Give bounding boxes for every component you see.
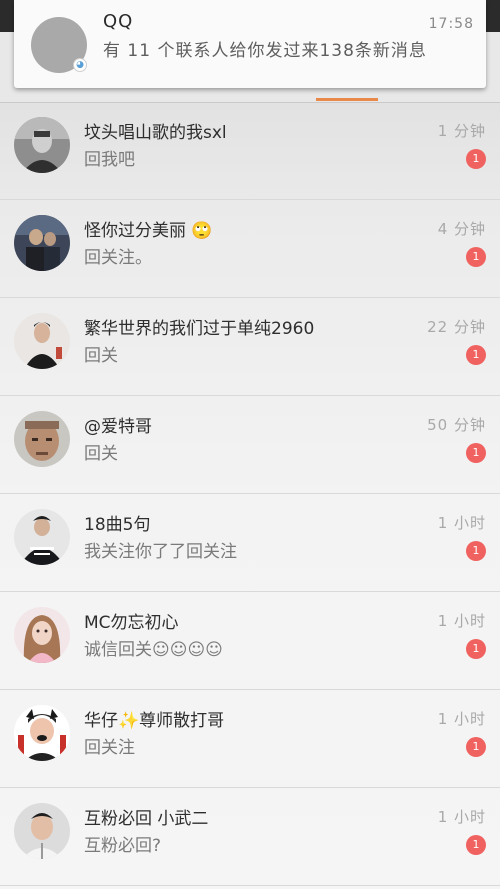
message-preview: 回我吧 bbox=[84, 150, 135, 170]
message-time: 1 小时 bbox=[437, 808, 486, 826]
contact-name: 18曲5句 bbox=[84, 515, 151, 535]
unread-badge: 1 bbox=[466, 737, 486, 757]
unread-badge: 1 bbox=[466, 639, 486, 659]
avatar[interactable] bbox=[14, 509, 70, 565]
conversation-row[interactable]: 互粉必回 小武二 互粉必回? 1 小时 1 bbox=[0, 788, 500, 886]
contact-name: MC勿忘初心 bbox=[84, 613, 179, 633]
avatar[interactable] bbox=[14, 117, 70, 173]
message-time: 1 小时 bbox=[437, 612, 486, 630]
contact-name: 繁华世界的我们过于单纯2960 bbox=[84, 319, 315, 339]
message-preview: 我关注你了了回关注 bbox=[84, 542, 237, 562]
conversation-row[interactable]: @爱特哥 回关 50 分钟 1 bbox=[0, 396, 500, 494]
message-time: 50 分钟 bbox=[427, 416, 486, 434]
conversation-row[interactable]: 怪你过分美丽 🙄 回关注。 4 分钟 1 bbox=[0, 200, 500, 298]
unread-badge: 1 bbox=[466, 247, 486, 267]
message-preview: 回关 bbox=[84, 444, 118, 464]
unread-badge: 1 bbox=[466, 541, 486, 561]
contact-name: 怪你过分美丽 🙄 bbox=[84, 221, 213, 241]
contact-name: 华仔✨尊师散打哥 bbox=[84, 711, 225, 731]
avatar[interactable] bbox=[14, 411, 70, 467]
conversation-row[interactable]: 华仔✨尊师散打哥 回关注 1 小时 1 bbox=[0, 690, 500, 788]
conversation-row[interactable]: 繁华世界的我们过于单纯2960 回关 22 分钟 1 bbox=[0, 298, 500, 396]
message-time: 1 分钟 bbox=[437, 122, 486, 140]
notification-banner[interactable]: ◕ QQ 17:58 有 11 个联系人给你发过来138条新消息 bbox=[14, 0, 486, 88]
unread-badge: 1 bbox=[466, 149, 486, 169]
message-time: 1 小时 bbox=[437, 710, 486, 728]
unread-badge: 1 bbox=[466, 345, 486, 365]
message-preview: 互粉必回? bbox=[84, 836, 162, 856]
unread-badge: 1 bbox=[466, 835, 486, 855]
contact-name: 互粉必回 小武二 bbox=[84, 809, 209, 829]
avatar[interactable] bbox=[14, 705, 70, 761]
notification-message: 有 11 个联系人给你发过来138条新消息 bbox=[103, 41, 427, 61]
avatar[interactable] bbox=[14, 313, 70, 369]
contact-name: @爱特哥 bbox=[84, 417, 152, 437]
conversation-row[interactable]: MC勿忘初心 诚信回关☺☺☺☺ 1 小时 1 bbox=[0, 592, 500, 690]
message-preview: 回关 bbox=[84, 346, 118, 366]
message-preview: 回关注。 bbox=[84, 248, 152, 268]
avatar[interactable] bbox=[14, 803, 70, 859]
avatar[interactable] bbox=[14, 215, 70, 271]
unread-badge: 1 bbox=[466, 443, 486, 463]
notification-title: QQ bbox=[103, 11, 134, 32]
message-preview: 诚信回关☺☺☺☺ bbox=[84, 640, 223, 660]
conversation-list: 坟头唱山歌的我sxl 回我吧 1 分钟 1 怪你过分美丽 🙄 回关注。 4 分钟… bbox=[0, 102, 500, 886]
conversation-row[interactable]: 18曲5句 我关注你了了回关注 1 小时 1 bbox=[0, 494, 500, 592]
conversation-row[interactable]: 坟头唱山歌的我sxl 回我吧 1 分钟 1 bbox=[0, 102, 500, 200]
message-time: 1 小时 bbox=[437, 514, 486, 532]
contact-name: 坟头唱山歌的我sxl bbox=[84, 123, 227, 143]
message-time: 4 分钟 bbox=[437, 220, 486, 238]
message-time: 22 分钟 bbox=[427, 318, 486, 336]
qq-penguin-icon: ◕ bbox=[73, 58, 87, 72]
notification-time: 17:58 bbox=[428, 16, 474, 32]
message-preview: 回关注 bbox=[84, 738, 135, 758]
active-tab-indicator bbox=[316, 98, 378, 101]
avatar[interactable] bbox=[14, 607, 70, 663]
